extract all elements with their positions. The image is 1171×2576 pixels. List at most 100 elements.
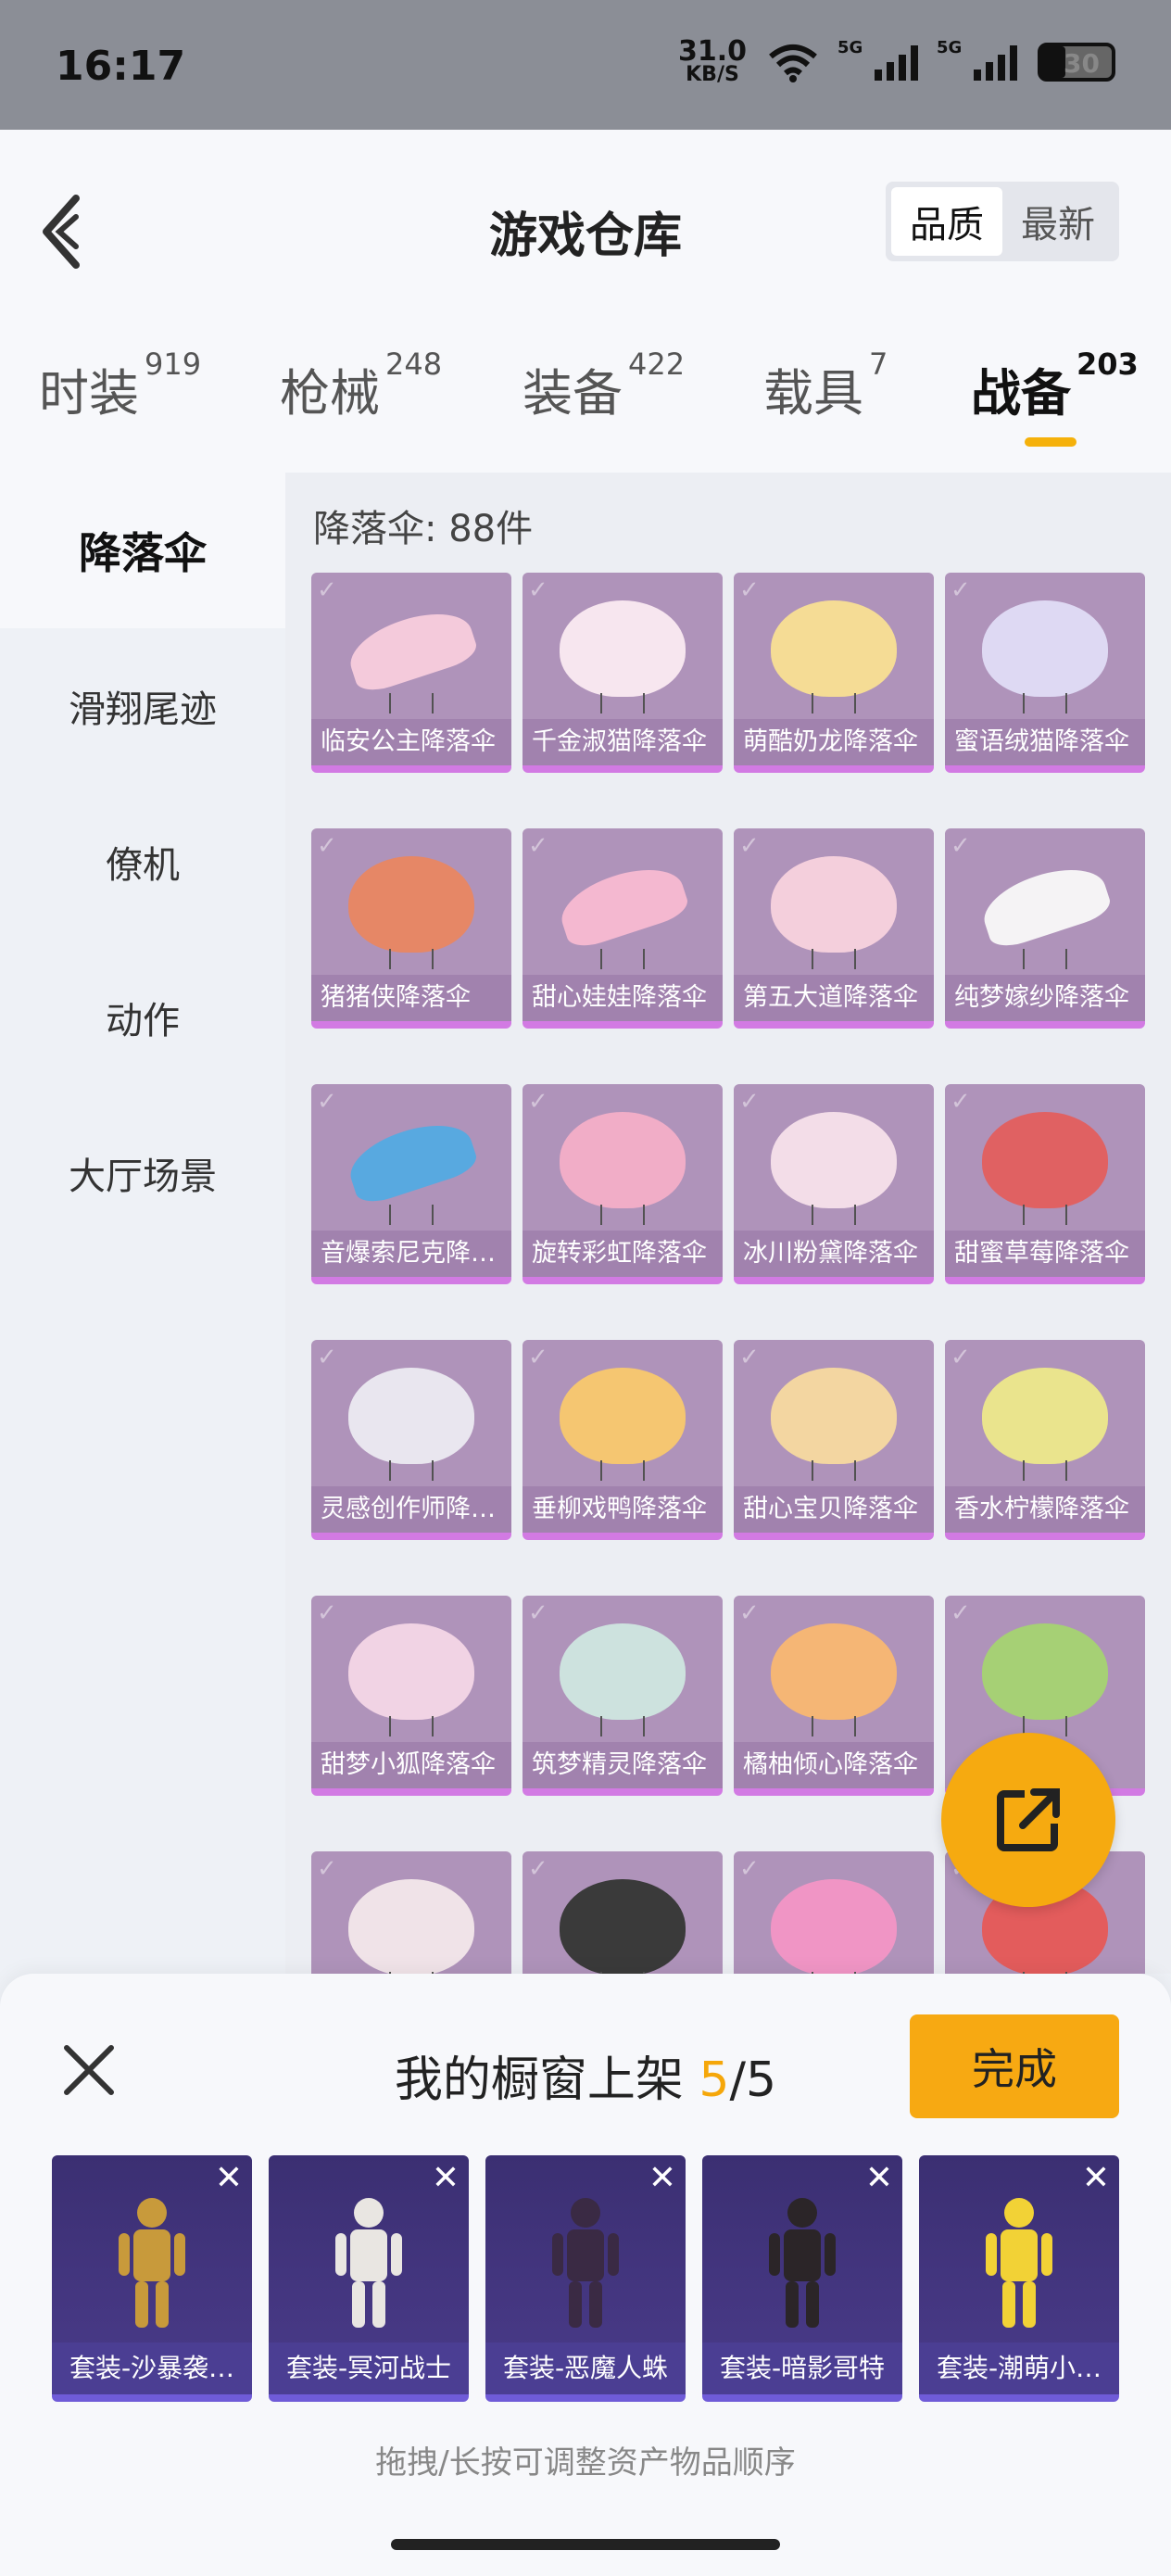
parachute-image: [771, 600, 897, 697]
checkmark-icon: ✓: [951, 832, 971, 860]
parachute-card[interactable]: ✓ 香水柠檬降落伞: [945, 1340, 1145, 1540]
sidebar-item-wingman[interactable]: 僚机: [0, 784, 285, 940]
showcase-outfit-card[interactable]: ✕ 套装-沙暴袭…: [52, 2155, 252, 2402]
tab-label: 装备: [523, 364, 623, 423]
tab-label: 时装: [39, 364, 139, 423]
parachute-image: [771, 1368, 897, 1464]
remove-icon[interactable]: ✕: [648, 2159, 676, 2197]
parachute-card[interactable]: ✓: [311, 1851, 511, 1974]
outfit-name: 套装-恶魔人蛛: [485, 2342, 686, 2394]
tab-fashion[interactable]: 时装 919: [39, 347, 201, 425]
showcase-panel: 我的橱窗上架 5/5 完成 ✕ 套装-沙暴袭… ✕ 套装-冥河战士 ✕ 套装-恶魔人蛛 ✕ 套…: [0, 1974, 1171, 2576]
checkmark-icon: ✓: [739, 576, 760, 604]
parachute-card[interactable]: ✓ 冰川粉黛降落伞: [734, 1084, 934, 1284]
parachute-image: [771, 1623, 897, 1720]
checkmark-icon: ✓: [317, 1855, 337, 1883]
status-icons: 31.0 KB/S 5G 5G 30: [678, 38, 1115, 85]
parachute-image: [348, 1879, 474, 1974]
remove-icon[interactable]: ✕: [432, 2159, 460, 2197]
tab-equipment[interactable]: 装备 422: [523, 347, 685, 425]
parachute-name: 冰川粉黛降落伞: [734, 1231, 934, 1277]
sort-quality-button[interactable]: 品质: [891, 187, 1002, 256]
remove-icon[interactable]: ✕: [215, 2159, 243, 2197]
parachute-name: 筑梦精灵降落伞: [523, 1742, 723, 1788]
sidebar-item-parachute[interactable]: 降落伞: [0, 473, 285, 628]
showcase-outfit-card[interactable]: ✕ 套装-冥河战士: [269, 2155, 469, 2402]
outfit-figure-image: [335, 2198, 402, 2328]
parachute-image: [982, 1368, 1108, 1464]
network-speed: 31.0 KB/S: [678, 38, 747, 85]
parachute-card[interactable]: ✓ 第五大道降落伞: [734, 828, 934, 1029]
checkmark-icon: ✓: [951, 576, 971, 604]
checkmark-icon: ✓: [739, 1599, 760, 1627]
done-button[interactable]: 完成: [910, 2014, 1119, 2118]
parachute-image: [982, 1112, 1108, 1208]
parachute-name: 猪猪侠降落伞: [311, 975, 511, 1021]
parachute-image: [771, 1112, 897, 1208]
parachute-card[interactable]: ✓ 千金淑猫降落伞: [523, 573, 723, 773]
showcase-outfit-card[interactable]: ✕ 套装-暗影哥特: [702, 2155, 902, 2402]
checkmark-icon: ✓: [739, 1855, 760, 1883]
outfit-figure-image: [119, 2198, 185, 2328]
parachute-name: 萌酷奶龙降落伞: [734, 719, 934, 765]
parachute-card[interactable]: ✓ 甜心宝贝降落伞: [734, 1340, 934, 1540]
parachute-card[interactable]: ✓ 猪猪侠降落伞: [311, 828, 511, 1029]
showcase-outfit-card[interactable]: ✕ 套装-恶魔人蛛: [485, 2155, 686, 2402]
parachute-card[interactable]: ✓ 萌酷奶龙降落伞: [734, 573, 934, 773]
parachute-image: [348, 856, 474, 953]
home-indicator[interactable]: [391, 2539, 780, 2550]
sidebar-item-glide-trail[interactable]: 滑翔尾迹: [0, 628, 285, 784]
parachute-name: 香水柠檬降落伞: [945, 1486, 1145, 1533]
checkmark-icon: ✓: [317, 832, 337, 860]
showcase-title-text: 我的橱窗上架: [394, 2052, 699, 2108]
tab-label: 枪械: [280, 364, 380, 423]
parachute-card[interactable]: ✓ 纯梦嫁纱降落伞: [945, 828, 1145, 1029]
parachute-card[interactable]: ✓ 甜心娃娃降落伞: [523, 828, 723, 1029]
sort-newest-button[interactable]: 最新: [1002, 187, 1114, 256]
tab-count: 203: [1077, 347, 1139, 382]
tab-vehicles[interactable]: 载具 7: [763, 347, 888, 425]
tab-count: 919: [145, 347, 202, 382]
parachute-card[interactable]: ✓: [523, 1851, 723, 1974]
checkmark-icon: ✓: [739, 832, 760, 860]
parachute-name: 旋转彩虹降落伞: [523, 1231, 723, 1277]
category-tabs: 时装 919 枪械 248 装备 422 载具 7 战备 203: [0, 347, 1171, 473]
sort-toggle[interactable]: 品质 最新: [886, 182, 1119, 261]
sidebar-item-emote[interactable]: 动作: [0, 940, 285, 1095]
active-tab-indicator: [1025, 437, 1077, 447]
showcase-current-count: 5: [699, 2052, 730, 2108]
parachute-card[interactable]: ✓ 甜蜜草莓降落伞: [945, 1084, 1145, 1284]
parachute-name: 第五大道降落伞: [734, 975, 934, 1021]
parachute-card[interactable]: ✓: [734, 1851, 934, 1974]
checkmark-icon: ✓: [317, 1599, 337, 1627]
tab-combat-prep[interactable]: 战备 203: [971, 347, 1139, 447]
parachute-card[interactable]: ✓ 橘柚倾心降落伞: [734, 1596, 934, 1796]
parachute-card[interactable]: ✓ 旋转彩虹降落伞: [523, 1084, 723, 1284]
showcase-outfit-card[interactable]: ✕ 套装-潮萌小…: [919, 2155, 1119, 2402]
remove-icon[interactable]: ✕: [1082, 2159, 1110, 2197]
parachute-card[interactable]: ✓ 音爆索尼克降落伞: [311, 1084, 511, 1284]
parachute-card[interactable]: ✓ 灵感创作师降落伞: [311, 1340, 511, 1540]
tab-guns[interactable]: 枪械 248: [280, 347, 442, 425]
parachute-card[interactable]: ✓ 筑梦精灵降落伞: [523, 1596, 723, 1796]
item-count-label: 降落伞: 88件: [313, 508, 534, 550]
parachute-card[interactable]: ✓ 甜梦小狐降落伞: [311, 1596, 511, 1796]
parachute-name: 千金淑猫降落伞: [523, 719, 723, 765]
remove-icon[interactable]: ✕: [865, 2159, 893, 2197]
checkmark-icon: ✓: [528, 832, 548, 860]
parachute-card[interactable]: ✓ 临安公主降落伞: [311, 573, 511, 773]
tab-count: 248: [385, 347, 443, 382]
parachute-image: [560, 1112, 686, 1208]
parachute-name: 蜜语绒猫降落伞: [945, 719, 1145, 765]
parachute-image: [560, 1623, 686, 1720]
parachute-name: 甜心宝贝降落伞: [734, 1486, 934, 1533]
parachute-card[interactable]: ✓ 蜜语绒猫降落伞: [945, 573, 1145, 773]
sidebar-item-lobby-scene[interactable]: 大厅场景: [0, 1095, 285, 1251]
parachute-card[interactable]: ✓ 垂柳戏鸭降落伞: [523, 1340, 723, 1540]
battery-level: 30: [1064, 48, 1100, 79]
parachute-image: [982, 1623, 1108, 1720]
checkmark-icon: ✓: [528, 1855, 548, 1883]
parachute-image: [560, 600, 686, 697]
share-button[interactable]: [941, 1733, 1115, 1907]
parachute-name: 甜心娃娃降落伞: [523, 975, 723, 1021]
